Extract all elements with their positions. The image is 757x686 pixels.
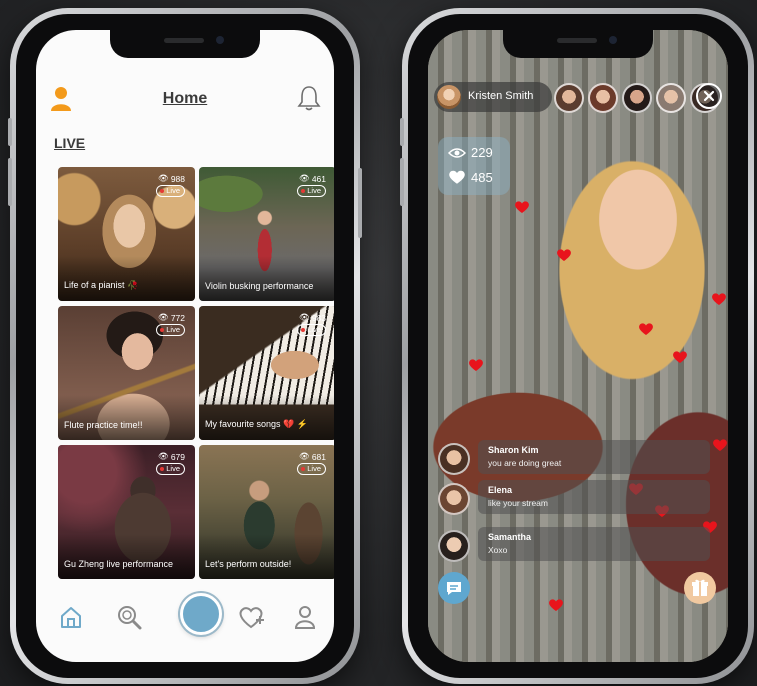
stream-title: Flute practice time!! xyxy=(64,420,143,430)
floating-heart-icon xyxy=(639,323,653,335)
left-phone-frame: Home LIVE 👁988 Live Life of a pianist 🥀 xyxy=(8,8,362,684)
stream-card[interactable]: 👁 681 Live Let's perform outside! xyxy=(199,445,334,579)
viewer-avatar[interactable] xyxy=(588,83,618,113)
comment-text: like your stream xyxy=(488,498,548,508)
eye-icon: 👁 xyxy=(299,451,310,461)
stream-card[interactable]: 👁 983 Live My favourite songs 💔 ⚡ xyxy=(199,306,334,440)
comment-text: Xoxo xyxy=(488,545,508,555)
avatar xyxy=(438,530,470,562)
live-badge: Live xyxy=(297,463,326,475)
comment-author: Elena xyxy=(488,485,513,495)
viewer-count: 229 xyxy=(471,145,493,160)
avatar xyxy=(438,483,470,515)
stream-card[interactable]: 👁 679 Live Gu Zheng live performance xyxy=(58,445,195,579)
bell-icon[interactable] xyxy=(296,84,322,112)
gift-icon xyxy=(692,579,708,596)
comment-author: Sharon Kim xyxy=(488,445,539,455)
chat-icon xyxy=(447,582,461,595)
notch xyxy=(110,30,260,58)
heart-icon xyxy=(449,170,465,184)
view-count: 👁 983 xyxy=(299,312,326,323)
comment-author: Samantha xyxy=(488,532,532,542)
record-button[interactable] xyxy=(180,593,222,635)
live-badge: Live xyxy=(156,463,185,475)
eye-icon: 👁 xyxy=(299,312,310,322)
chat-comment: Samantha Xoxo xyxy=(438,527,714,563)
home-header: Home xyxy=(36,82,334,122)
view-count: 👁 681 xyxy=(299,451,326,462)
floating-heart-icon xyxy=(713,439,727,451)
right-phone-frame: Kristen Smith 229 485 Sharon Kim you are… xyxy=(400,8,754,684)
live-badge: Live xyxy=(297,324,326,336)
stream-card[interactable]: 👁 772 Live Flute practice time!! xyxy=(58,306,195,440)
like-count: 485 xyxy=(471,169,493,185)
close-button[interactable] xyxy=(696,83,722,109)
heart-plus-icon[interactable] xyxy=(236,602,266,632)
live-badge: Live xyxy=(156,324,185,336)
eye-icon: 👁 xyxy=(158,173,169,183)
chat-comment: Elena like your stream xyxy=(438,480,714,516)
avatar xyxy=(437,85,461,109)
stream-title: Let's perform outside! xyxy=(205,559,292,569)
floating-heart-icon xyxy=(469,359,483,371)
view-count: 👁 772 xyxy=(158,312,185,323)
chat-comment: Sharon Kim you are doing great xyxy=(438,440,714,476)
floating-heart-icon xyxy=(515,201,529,213)
host-name: Kristen Smith xyxy=(468,90,534,102)
notch xyxy=(503,30,653,58)
eye-icon: 👁 xyxy=(299,173,310,183)
view-count: 👁 988 xyxy=(158,173,185,184)
stream-stats: 229 485 xyxy=(438,137,510,195)
live-stream-screen: Kristen Smith 229 485 Sharon Kim you are… xyxy=(428,30,728,662)
bottom-tab-bar xyxy=(36,582,334,662)
close-icon xyxy=(703,90,715,102)
page-title: Home xyxy=(162,90,208,107)
chat-button[interactable] xyxy=(438,572,470,604)
stream-title: Gu Zheng live performance xyxy=(64,559,174,569)
floating-heart-icon xyxy=(557,249,571,261)
view-count: 👁 679 xyxy=(158,451,185,462)
home-screen: Home LIVE 👁988 Live Life of a pianist 🥀 xyxy=(36,30,334,662)
floating-heart-icon xyxy=(673,351,687,363)
avatar xyxy=(438,443,470,475)
gift-button[interactable] xyxy=(684,572,716,604)
stream-title: Life of a pianist 🥀 xyxy=(64,280,139,290)
profile-icon[interactable] xyxy=(290,602,320,632)
live-video-feed xyxy=(428,30,728,662)
view-count: 👁 461 xyxy=(299,173,326,184)
host-profile-pill[interactable]: Kristen Smith xyxy=(434,82,552,112)
viewer-avatar[interactable] xyxy=(622,83,652,113)
floating-heart-icon xyxy=(549,599,563,611)
search-icon[interactable] xyxy=(114,602,144,632)
stream-card[interactable]: 👁 461 Live Violin busking performance xyxy=(199,167,334,301)
eye-icon: 👁 xyxy=(158,451,169,461)
live-section-label: LIVE xyxy=(54,135,86,151)
live-badge: Live xyxy=(156,185,185,197)
home-icon[interactable] xyxy=(56,602,86,632)
live-badge: Live xyxy=(297,185,326,197)
eye-icon xyxy=(448,147,466,158)
stream-title: Violin busking performance xyxy=(205,281,314,291)
viewer-avatar[interactable] xyxy=(656,83,686,113)
viewer-avatar[interactable] xyxy=(554,83,584,113)
floating-heart-icon xyxy=(712,293,726,305)
comment-text: you are doing great xyxy=(488,458,562,468)
eye-icon: 👁 xyxy=(158,312,169,322)
stream-card[interactable]: 👁 988 Live Life of a pianist 🥀 xyxy=(58,167,195,301)
stream-title: My favourite songs 💔 ⚡ xyxy=(205,419,308,429)
